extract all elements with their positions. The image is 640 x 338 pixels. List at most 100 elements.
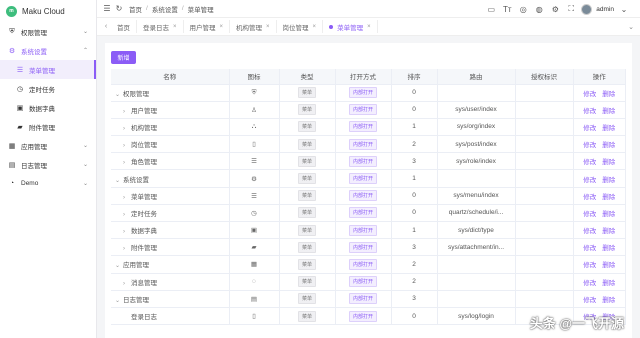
cell-type: 菜单 bbox=[279, 255, 336, 274]
edit-link[interactable]: 修改 bbox=[583, 177, 596, 184]
username[interactable]: admin bbox=[596, 6, 614, 13]
delete-link[interactable]: 删除 bbox=[602, 142, 615, 149]
delete-link[interactable]: 删除 bbox=[602, 262, 615, 269]
menu-name: 登录日志 bbox=[131, 314, 157, 322]
tab-more-icon[interactable]: ⌄ bbox=[626, 23, 636, 31]
sidebar-subitem-menu[interactable]: ☰ 菜单管理 bbox=[0, 60, 96, 79]
breadcrumb-item[interactable]: 系统设置 bbox=[152, 4, 178, 14]
edit-link[interactable]: 修改 bbox=[583, 297, 596, 304]
expand-icon[interactable]: › bbox=[123, 126, 131, 132]
cell-sort: 0 bbox=[391, 204, 438, 223]
close-icon[interactable]: × bbox=[313, 24, 317, 30]
cell-type: 菜单 bbox=[279, 101, 336, 119]
cell-open: 内部打开 bbox=[335, 118, 392, 137]
expand-icon[interactable]: › bbox=[123, 160, 131, 166]
refresh-icon[interactable]: ↻ bbox=[113, 4, 125, 13]
delete-link[interactable]: 删除 bbox=[602, 125, 615, 132]
sidebar-item-logs[interactable]: ▤ 日志管理 ⌄ bbox=[0, 155, 96, 174]
delete-link[interactable]: 删除 bbox=[602, 194, 615, 201]
col-type: 类型 bbox=[279, 69, 336, 85]
tab-login-log[interactable]: 登录日志 × bbox=[137, 20, 184, 33]
edit-link[interactable]: 修改 bbox=[583, 125, 596, 132]
add-button[interactable]: 新增 bbox=[111, 51, 136, 64]
edit-link[interactable]: 修改 bbox=[583, 108, 596, 115]
github-icon[interactable]: ◍ bbox=[533, 5, 545, 14]
delete-link[interactable]: 删除 bbox=[602, 280, 615, 287]
delete-link[interactable]: 删除 bbox=[602, 177, 615, 184]
delete-link[interactable]: 删除 bbox=[602, 228, 615, 235]
close-icon[interactable]: × bbox=[367, 24, 371, 30]
close-icon[interactable]: × bbox=[220, 24, 224, 30]
active-dot-icon bbox=[329, 24, 334, 29]
tab-home[interactable]: 首页 bbox=[111, 20, 137, 33]
settings-icon[interactable]: ⚙ bbox=[549, 5, 561, 14]
cell-name: › 角色管理 bbox=[111, 152, 230, 171]
sidebar-subitem-attachment[interactable]: ▰ 附件管理 bbox=[0, 117, 96, 136]
delete-link[interactable]: 删除 bbox=[602, 108, 615, 115]
delete-link[interactable]: 删除 bbox=[602, 159, 615, 166]
font-size-icon[interactable]: Tт bbox=[501, 5, 513, 14]
delete-link[interactable]: 删除 bbox=[602, 245, 615, 252]
expand-icon[interactable]: › bbox=[123, 281, 131, 287]
cell-actions: 修改 删除 bbox=[573, 290, 626, 308]
tab-label: 用户管理 bbox=[189, 24, 216, 32]
sidebar-item-demo[interactable]: ◔ Demo ⌄ bbox=[0, 174, 96, 193]
fullscreen-icon[interactable]: ⛶ bbox=[565, 4, 577, 14]
cell-route bbox=[437, 290, 516, 308]
table-row: › 数据字典 ▣ 菜单 内部打开 1 sys/dict/type 修改 删除 bbox=[111, 221, 626, 240]
menu-fold-icon[interactable]: ☰ bbox=[101, 4, 113, 13]
close-icon[interactable]: × bbox=[173, 24, 177, 30]
edit-link[interactable]: 修改 bbox=[583, 142, 596, 149]
delete-link[interactable]: 删除 bbox=[602, 211, 615, 218]
cell-route: sys/user/index bbox=[437, 101, 516, 119]
cell-perm bbox=[515, 255, 574, 274]
tab-org[interactable]: 机构管理 × bbox=[230, 20, 277, 33]
expand-icon[interactable]: › bbox=[123, 229, 131, 235]
delete-link[interactable]: 删除 bbox=[602, 297, 615, 304]
expand-icon[interactable]: ⌄ bbox=[115, 177, 123, 184]
edit-link[interactable]: 修改 bbox=[583, 159, 596, 166]
bookmark-icon[interactable]: ▭ bbox=[485, 5, 497, 14]
type-tag: 菜单 bbox=[297, 207, 316, 219]
cell-icon: ▯ bbox=[229, 307, 280, 326]
tab-menu[interactable]: 菜单管理 × bbox=[323, 20, 378, 33]
breadcrumb-item[interactable]: 首页 bbox=[129, 4, 142, 14]
globe-icon[interactable]: ◎ bbox=[517, 5, 529, 14]
tab-label: 机构管理 bbox=[236, 24, 263, 32]
sidebar-item-system-settings[interactable]: ⚙ 系统设置 ⌃ bbox=[0, 41, 96, 60]
cell-name: › 用户管理 bbox=[111, 101, 230, 119]
col-open: 打开方式 bbox=[335, 69, 392, 85]
cell-actions: 修改 删除 bbox=[573, 135, 626, 154]
avatar[interactable] bbox=[581, 3, 593, 15]
sidebar-item-permissions[interactable]: ⛨ 权限管理 ⌄ bbox=[0, 22, 96, 41]
delete-link[interactable]: 删除 bbox=[602, 91, 615, 98]
edit-link[interactable]: 修改 bbox=[583, 211, 596, 218]
expand-icon[interactable]: ⌄ bbox=[115, 91, 123, 98]
sidebar-subitem-schedule[interactable]: ◷ 定时任务 bbox=[0, 79, 96, 98]
expand-icon[interactable]: ⌄ bbox=[115, 262, 123, 269]
tab-user[interactable]: 用户管理 × bbox=[184, 20, 231, 33]
expand-icon[interactable]: › bbox=[123, 246, 131, 252]
expand-icon[interactable]: › bbox=[123, 109, 131, 115]
edit-link[interactable]: 修改 bbox=[583, 280, 596, 287]
edit-link[interactable]: 修改 bbox=[583, 245, 596, 252]
edit-link[interactable]: 修改 bbox=[583, 262, 596, 269]
menu-name: 附件管理 bbox=[131, 245, 157, 253]
tab-scroll-left-icon[interactable]: ‹ bbox=[101, 23, 111, 30]
expand-icon[interactable]: ⌄ bbox=[115, 297, 123, 304]
cell-perm bbox=[515, 101, 574, 119]
tab-post[interactable]: 岗位管理 × bbox=[277, 20, 324, 33]
app-logo[interactable]: m Maku Cloud bbox=[0, 0, 96, 22]
close-icon[interactable]: × bbox=[266, 24, 270, 30]
expand-icon[interactable]: › bbox=[123, 143, 131, 149]
edit-link[interactable]: 修改 bbox=[583, 91, 596, 98]
sidebar-item-apps[interactable]: ▦ 应用管理 ⌄ bbox=[0, 136, 96, 155]
expand-icon[interactable]: › bbox=[123, 195, 131, 201]
edit-link[interactable]: 修改 bbox=[583, 228, 596, 235]
type-tag: 菜单 bbox=[297, 224, 316, 236]
chevron-down-icon[interactable]: ⌄ bbox=[618, 5, 630, 14]
cell-type: 菜单 bbox=[279, 84, 336, 102]
expand-icon[interactable]: › bbox=[123, 212, 131, 218]
sidebar-subitem-dict[interactable]: ▣ 数据字典 bbox=[0, 98, 96, 117]
edit-link[interactable]: 修改 bbox=[583, 194, 596, 201]
